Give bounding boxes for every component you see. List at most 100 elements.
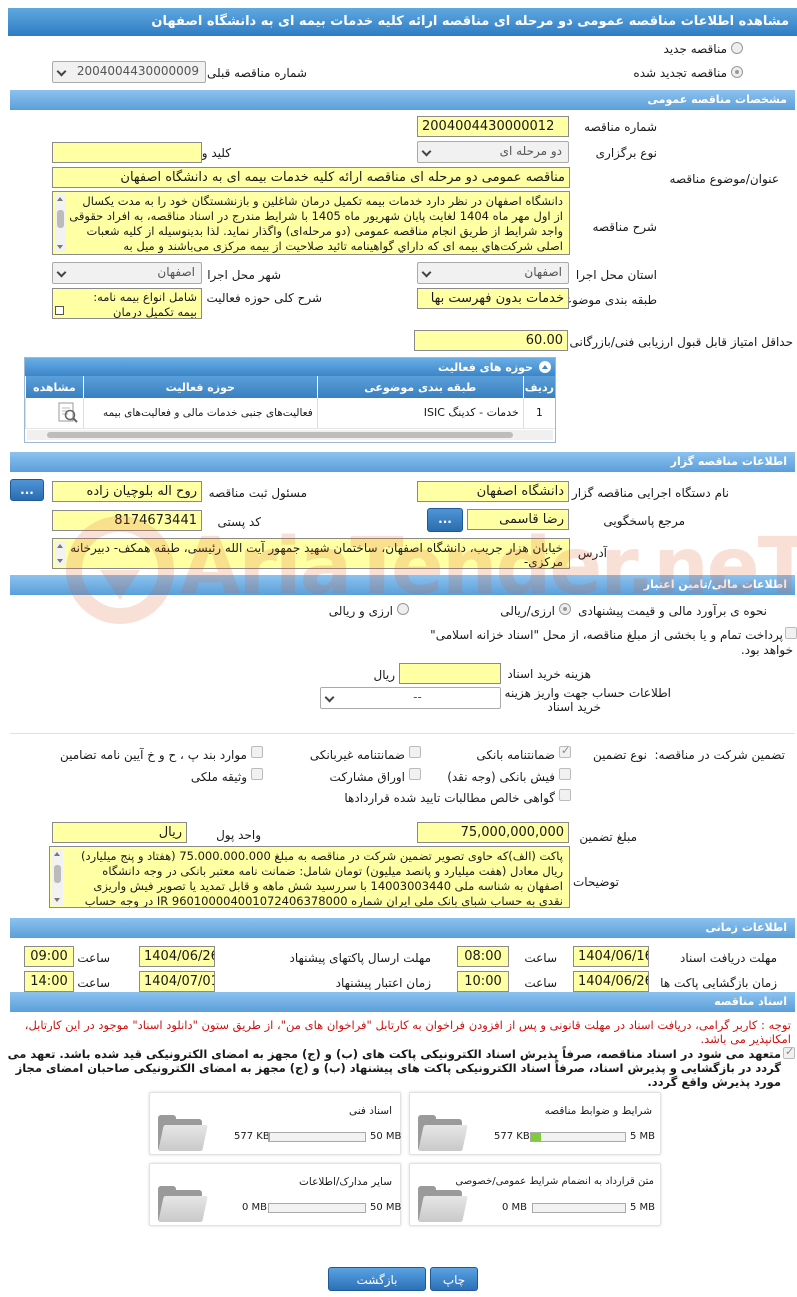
estimate-opt1-label: ارزی/ریالی xyxy=(500,604,555,618)
doc-card-conditions[interactable]: شرایط و ضوابط مناقصه 577 KB 5 MB xyxy=(409,1092,661,1155)
doc-card-technical[interactable]: اسناد فنی 577 KB 50 MB xyxy=(149,1092,401,1155)
holding-type-select[interactable]: دو مرحله ای xyxy=(417,141,569,163)
tender-number-label: شماره مناقصه xyxy=(584,120,657,134)
timing-section-header: اطلاعات زمانی xyxy=(10,918,795,938)
category-label: طبقه بندی موضوعی xyxy=(554,293,657,307)
description-line: اصلی شرکت‌هاي بیمه ای که داراي گواهینامه… xyxy=(123,239,563,253)
commitment-checkbox[interactable] xyxy=(783,1045,795,1059)
submit-deadline-label: مهلت ارسال پاکتهای پیشنهاد xyxy=(289,951,431,965)
new-tender-label: مناقصه جدید xyxy=(663,42,727,56)
city-select[interactable]: اصفهان xyxy=(52,262,202,284)
doc-size-bar-fill xyxy=(531,1133,542,1141)
activity-scope-field: شامل انواع بیمه نامه: بیمه تکمیل درمان xyxy=(52,288,202,319)
grid-horizontal-scrollbar[interactable] xyxy=(27,430,553,440)
account-label: اطلاعات حساب جهت واریز هزینه xyxy=(504,686,671,700)
estimate-rial-radio[interactable] xyxy=(559,603,573,617)
doc-card-other[interactable]: سایر مدارک/اطلاعات 0 MB 50 MB xyxy=(149,1163,401,1226)
doc-used-size: 577 KB xyxy=(234,1131,270,1142)
previous-number-select[interactable]: 2004004430000009 xyxy=(52,61,206,83)
doc-used-size: 0 MB xyxy=(502,1202,528,1213)
textarea-scrollbar[interactable] xyxy=(55,541,66,566)
textarea-scrollbar[interactable] xyxy=(55,194,66,252)
doc-max-size: 50 MB xyxy=(370,1131,402,1142)
doc-card-title: متن قرارداد به انضمام شرایط عمومی/خصوصی xyxy=(455,1176,654,1187)
folder-icon xyxy=(418,1115,468,1151)
doc-max-size: 5 MB xyxy=(630,1131,656,1142)
renewed-tender-radio[interactable] xyxy=(731,66,745,80)
category-field: خدمات بدون فهرست بها xyxy=(417,288,569,309)
cell-view xyxy=(25,398,84,429)
bonds-checkbox[interactable] xyxy=(409,768,421,780)
bank-guarantee-checkbox[interactable] xyxy=(559,744,571,758)
notes-line: نقدی به حساب شبای بانک ملی ایران شماره I… xyxy=(84,894,563,908)
back-button[interactable]: بازگشت xyxy=(328,1267,426,1291)
doc-fee-field xyxy=(399,663,501,684)
view-details-icon[interactable] xyxy=(56,402,80,424)
keyword-field[interactable] xyxy=(52,142,202,163)
doc-max-size: 5 MB xyxy=(630,1202,656,1213)
description-line: واجد شرایط از طریق انجام مناقصه عمومی (د… xyxy=(86,224,563,238)
property-checkbox[interactable] xyxy=(251,768,263,780)
doc-card-title: شرایط و ضوابط مناقصه xyxy=(544,1105,652,1117)
column-header: مشاهده xyxy=(25,376,84,398)
doc-receive-time: 08:00 xyxy=(457,946,509,967)
holding-type-label: نوع برگزاری xyxy=(595,146,657,160)
notes-line: اصفهان به شناسه ملی 14003003440 با سررسی… xyxy=(93,879,563,893)
chevron-down-icon xyxy=(324,692,335,703)
doc-fee-unit: ریال xyxy=(373,668,395,682)
subject-field: مناقصه عمومی دو مرحله ای مناقصه ارائه کل… xyxy=(52,167,570,188)
new-tender-radio[interactable] xyxy=(731,42,745,56)
bank-receipt-checkbox[interactable] xyxy=(559,768,571,780)
responder-details-button[interactable]: ... xyxy=(427,508,463,532)
contract-claims-label: گواهی خالص مطالبات تایید شده قراردادها xyxy=(344,791,555,805)
collapse-icon[interactable] xyxy=(539,361,551,373)
registrar-field: روح اله بلوچیان زاده xyxy=(52,481,202,502)
registrar-label: مسئول ثبت مناقصه xyxy=(208,486,307,500)
finance-section-header: اطلاعات مالی/تامین اعتبار xyxy=(10,575,795,595)
address-field[interactable]: خیابان هزار جریب، دانشگاه اصفهان، ساختما… xyxy=(52,538,570,569)
page-title: مشاهده اطلاعات مناقصه عمومی دو مرحله ای … xyxy=(8,8,797,36)
subject-label: عنوان/موضوع مناقصه xyxy=(669,172,779,186)
contract-claims-checkbox[interactable] xyxy=(559,789,571,801)
chevron-down-icon xyxy=(56,66,67,77)
notes-textarea[interactable]: پاکت (الف)که حاوی تصویر تضمین شرکت در من… xyxy=(49,846,570,908)
account-value: -- xyxy=(413,690,422,704)
bank-guarantee-label: ضمانتنامه بانکی xyxy=(476,748,555,762)
chevron-down-icon xyxy=(421,146,432,157)
province-value: اصفهان xyxy=(524,265,562,279)
regulation-items-checkbox[interactable] xyxy=(251,746,263,758)
non-bank-guarantee-checkbox[interactable] xyxy=(409,746,421,758)
postal-field: 8174673441 xyxy=(52,510,202,531)
opening-date: 1404/06/26 xyxy=(573,971,649,992)
cell-activity: فعالیت‌های جنبی خدمات مالی و فعالیت‌های … xyxy=(82,398,318,429)
province-select[interactable]: اصفهان xyxy=(417,262,569,284)
treasury-checkbox[interactable] xyxy=(785,627,797,639)
folder-icon xyxy=(158,1115,208,1151)
doc-card-contract[interactable]: متن قرارداد به انضمام شرایط عمومی/خصوصی … xyxy=(409,1163,661,1226)
postal-label: کد پستی xyxy=(217,515,262,529)
account-label-cont: خرید اسناد xyxy=(547,700,601,714)
doc-used-size: 0 MB xyxy=(242,1202,268,1213)
column-header: حوزه فعالیت xyxy=(82,376,318,398)
description-textarea[interactable]: دانشگاه اصفهان در نظر دارد خدمات بیمه تک… xyxy=(52,191,570,255)
submit-time-label: ساعت xyxy=(77,951,110,965)
textarea-scrollbar[interactable] xyxy=(52,849,63,905)
print-button[interactable]: چاپ xyxy=(430,1267,478,1291)
doc-fee-label: هزینه خرید اسناد xyxy=(507,667,591,681)
notes-line: پاکت (الف)که حاوی تصویر تضمین شرکت در من… xyxy=(81,849,563,863)
folder-icon xyxy=(418,1186,468,1222)
bank-receipt-label: فیش بانکی (وجه نقد) xyxy=(447,770,555,784)
address-text: خیابان هزار جریب، دانشگاه اصفهان، ساختما… xyxy=(70,541,563,569)
validity-time: 14:00 xyxy=(24,971,74,992)
expand-icon[interactable] xyxy=(55,306,64,315)
estimate-mixed-radio[interactable] xyxy=(397,603,411,617)
documents-section-header: اسناد مناقصه xyxy=(10,992,795,1012)
activity-scope-line: بیمه تکمیل درمان xyxy=(113,305,197,319)
account-select[interactable]: -- xyxy=(320,687,501,709)
treasury-text-cont: خواهد بود. xyxy=(740,643,793,657)
registrar-details-button[interactable]: ... xyxy=(10,479,44,501)
folder-icon xyxy=(158,1186,208,1222)
commitment-note: متعهد می شود در اسناد مناقصه، صرفاً پذیر… xyxy=(7,1047,781,1089)
general-section-header: مشخصات مناقصه عمومی xyxy=(10,90,795,110)
regulation-items-label: موارد بند پ ، ح و خ آیین نامه تضامین xyxy=(59,748,247,762)
